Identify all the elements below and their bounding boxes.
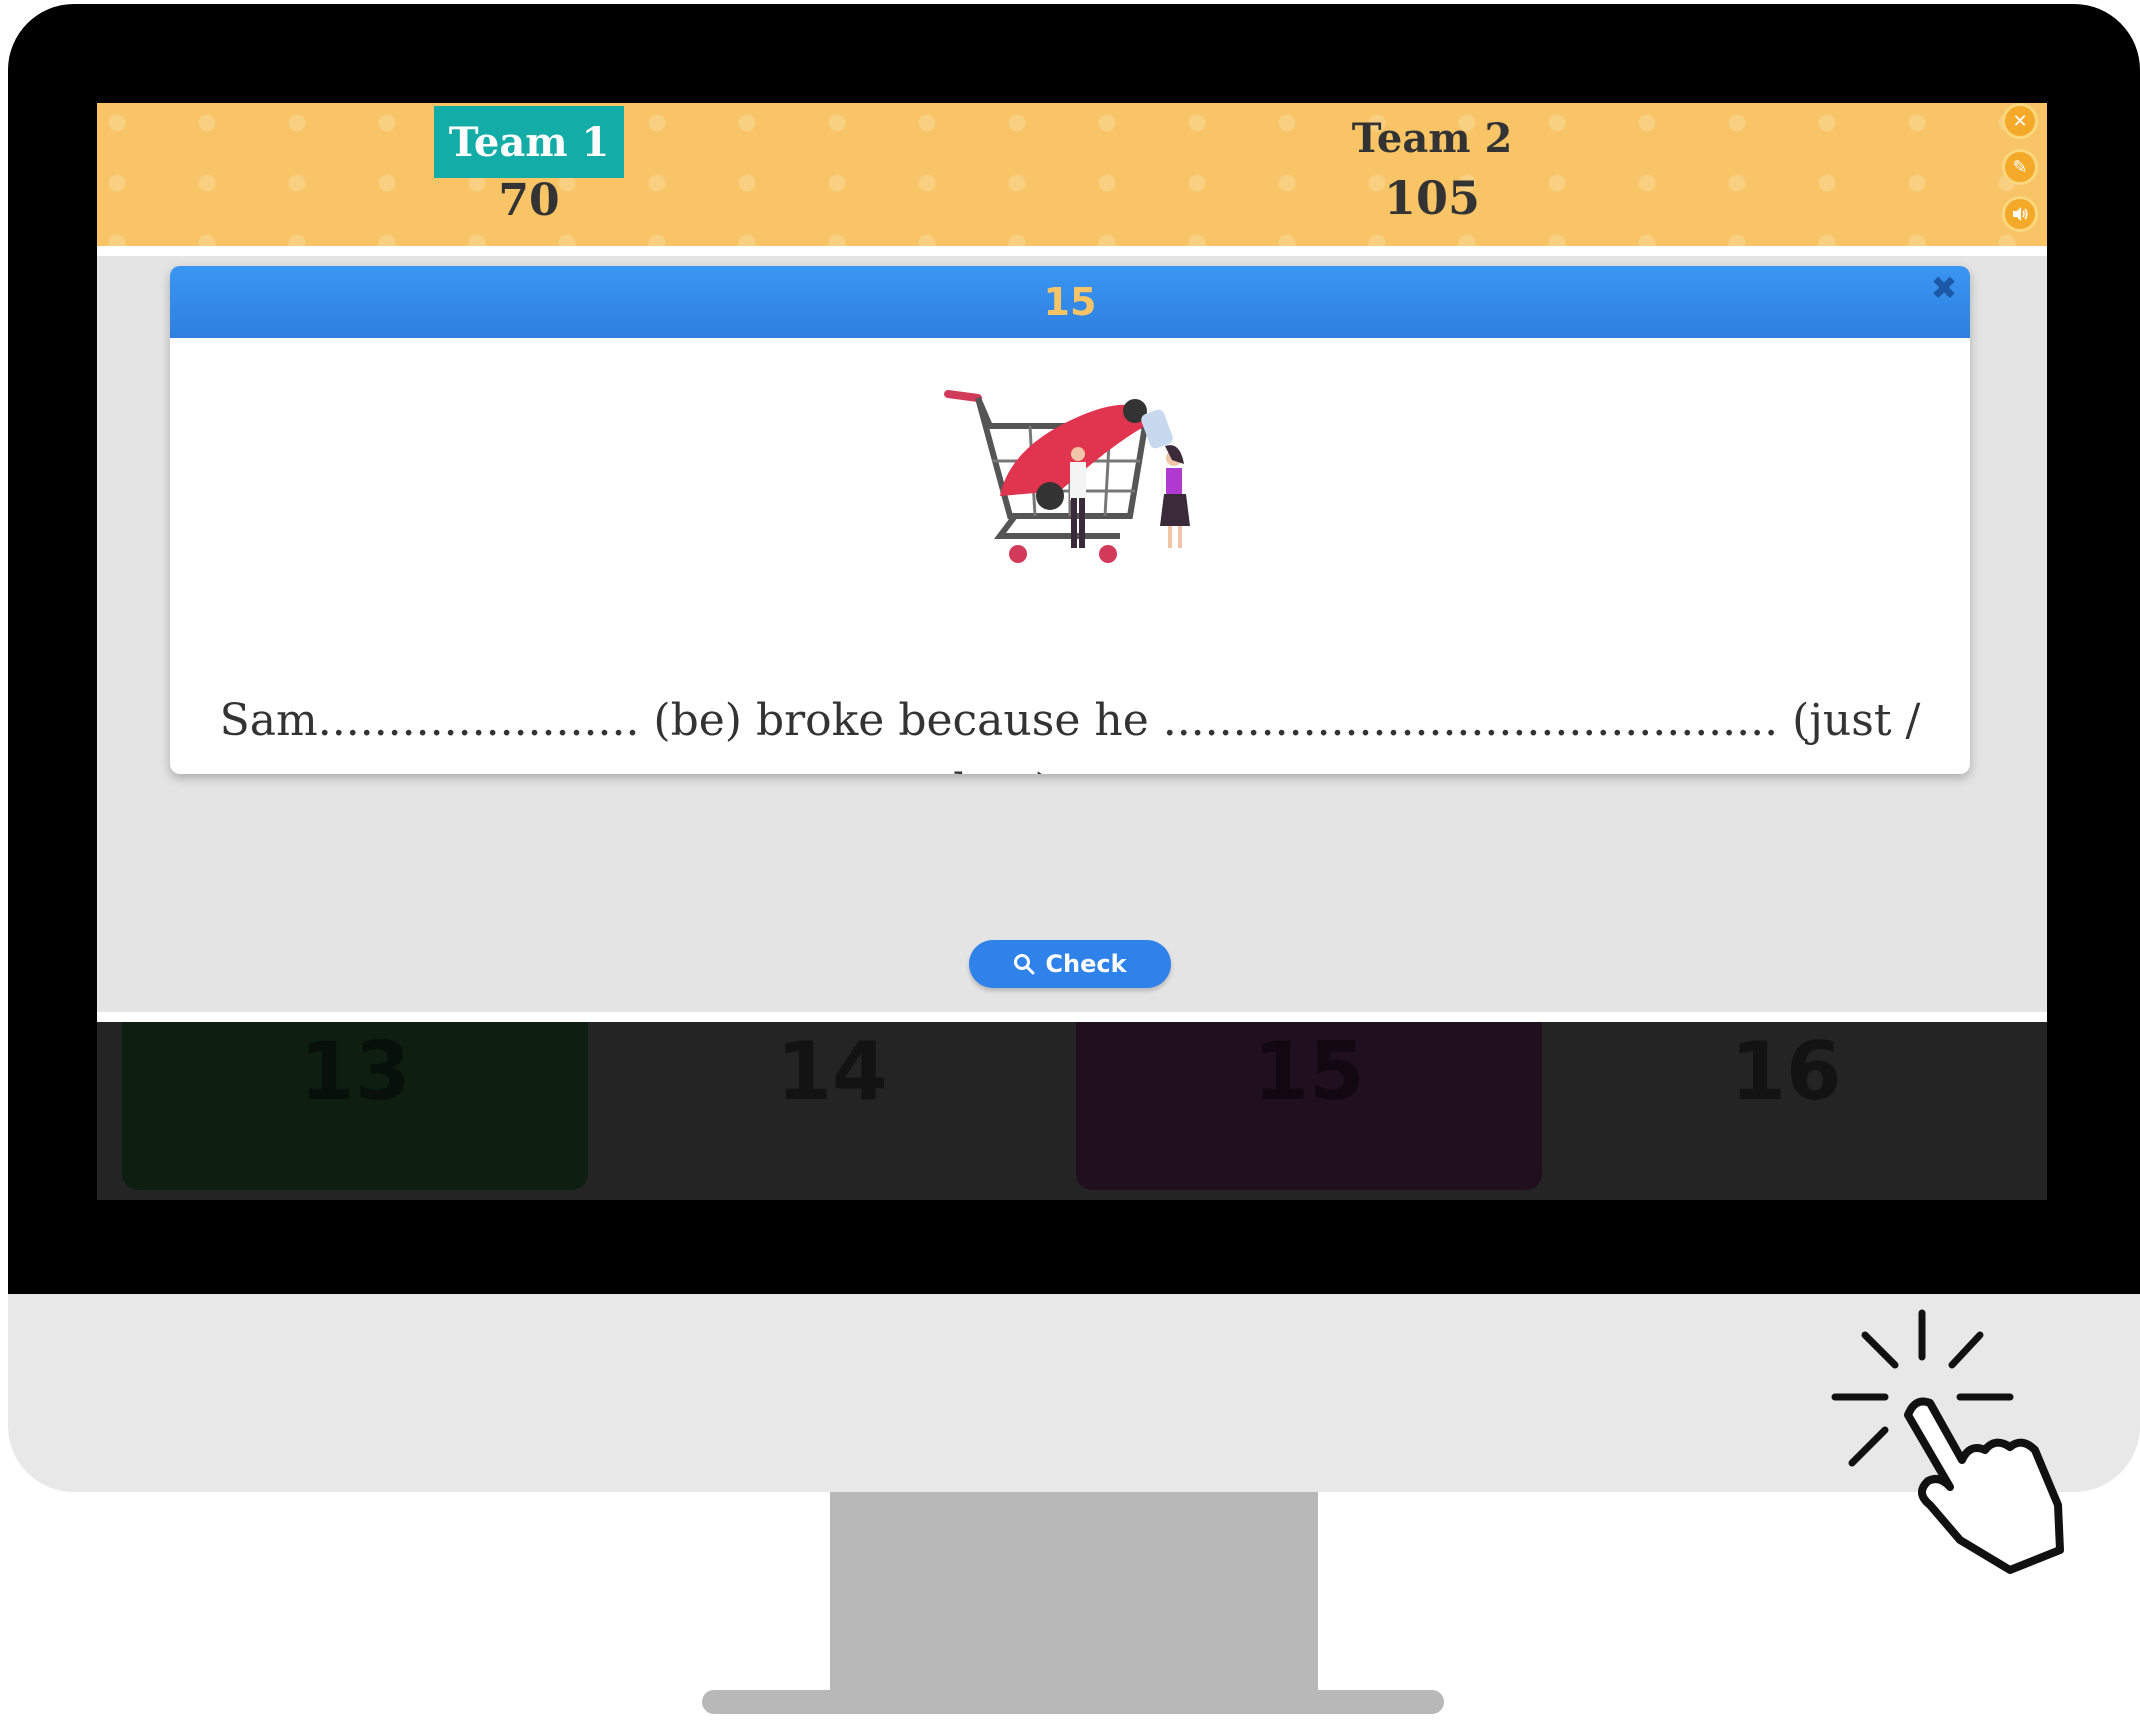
divider xyxy=(97,246,2047,256)
hand-pointer-icon xyxy=(1831,1309,2064,1574)
question-tiles: 13 14 15 16 xyxy=(97,1022,2047,1200)
tile-15[interactable]: 15 xyxy=(1076,1022,1542,1190)
close-icon[interactable]: ✖ xyxy=(1928,272,1960,304)
speaker-icon[interactable] xyxy=(2002,196,2038,232)
pencil-icon[interactable]: ✎ xyxy=(2002,149,2038,185)
check-button-label: Check xyxy=(1045,950,1127,978)
check-button[interactable]: Check xyxy=(969,940,1171,988)
scoreboard-bar: Team 1 70 Team 2 105 ✕ ✎ xyxy=(97,103,2047,246)
shopping-cart-car-illustration xyxy=(944,390,1190,563)
speaker-icon-svg xyxy=(2013,207,2028,221)
team-1-score: 70 xyxy=(498,175,560,226)
tile-14[interactable]: 14 xyxy=(599,1022,1065,1190)
search-icon xyxy=(1014,954,1035,975)
monitor-stand xyxy=(830,1492,1318,1704)
tile-13[interactable]: 13 xyxy=(122,1022,588,1190)
team-1-name[interactable]: Team 1 xyxy=(434,106,624,178)
divider xyxy=(97,1012,2047,1022)
team-2-score: 105 xyxy=(1383,171,1481,225)
game-screen: Team 1 70 Team 2 105 ✕ ✎ 15 ✖ Sam.......… xyxy=(97,103,2047,1200)
monitor-foot xyxy=(702,1690,1444,1714)
tile-16[interactable]: 16 xyxy=(1553,1022,2019,1190)
close-icon[interactable]: ✕ xyxy=(2002,103,2038,139)
question-text: Sam....................... (be) broke be… xyxy=(219,695,1921,774)
question-modal: 15 ✖ Sam....................... (be) bro… xyxy=(170,266,1970,774)
question-number: 15 xyxy=(1043,280,1097,324)
team-2-name[interactable]: Team 2 xyxy=(1337,109,1527,169)
